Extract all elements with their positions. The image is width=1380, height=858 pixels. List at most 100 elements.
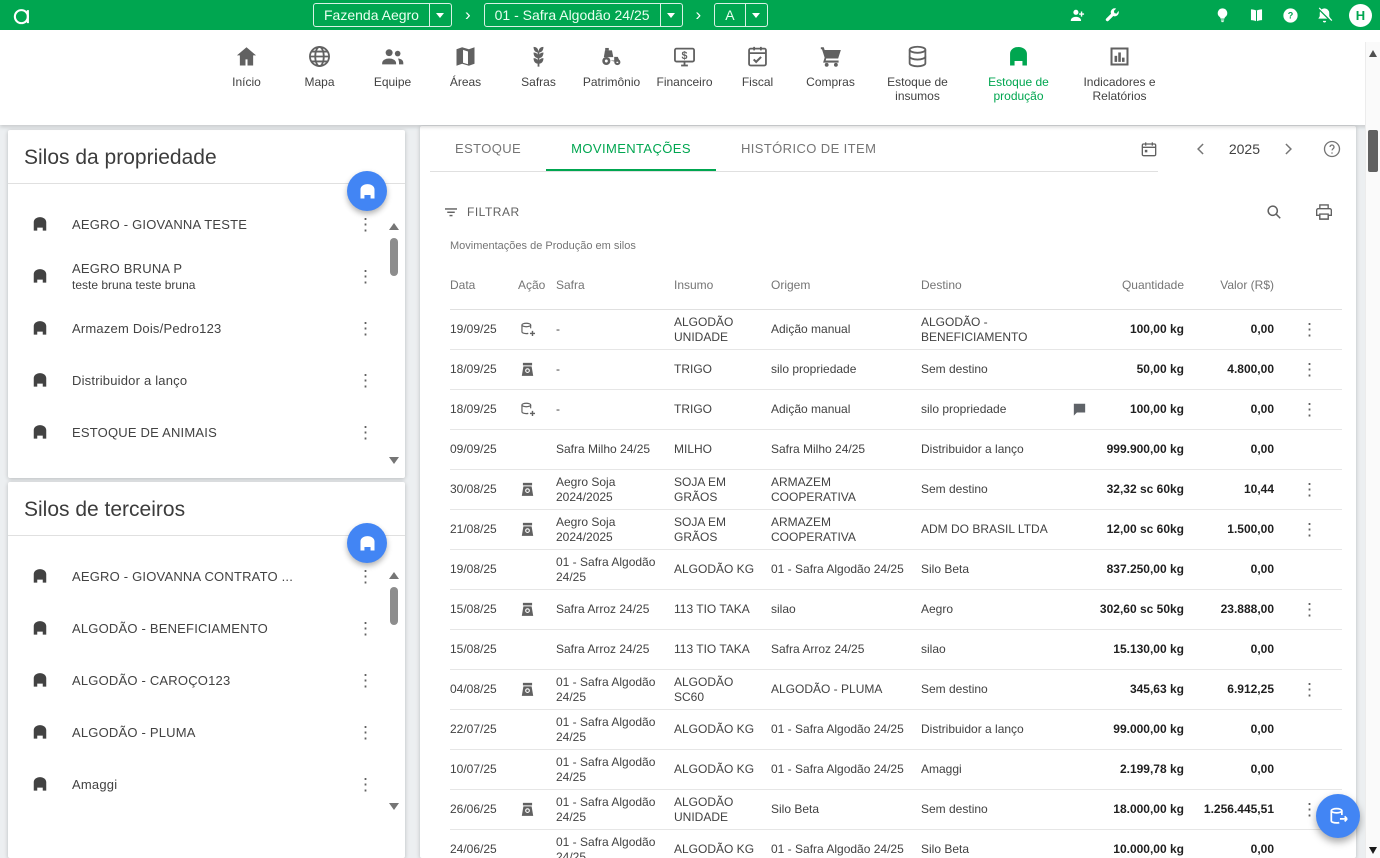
cell-insumo: SOJA EM GRÃOS	[674, 471, 771, 509]
scroll-up-icon[interactable]	[389, 572, 399, 579]
silo-list-item[interactable]: Amaggi⋮	[8, 758, 405, 810]
silo-list-item[interactable]: ESTOQUE DE ANIMAIS⋮	[8, 406, 405, 458]
cell-insumo: ALGODÃO KG	[674, 558, 771, 581]
cell-insumo: SOJA EM GRÃOS	[674, 511, 771, 549]
header-actions: ? H	[1068, 0, 1372, 30]
cell-valor: 4.800,00	[1192, 358, 1282, 381]
silo-list-item[interactable]: ALGODÃO - BENEFICIAMENTO⋮	[8, 602, 405, 654]
aegro-logo-icon[interactable]	[10, 2, 36, 28]
filter-button[interactable]: FILTRAR	[442, 203, 520, 221]
invite-user-icon[interactable]	[1068, 6, 1087, 25]
row-menu-button[interactable]: ⋮	[1301, 401, 1315, 418]
silo-menu-button[interactable]: ⋮	[357, 372, 371, 389]
cell-acao	[518, 676, 556, 703]
silo-list-item[interactable]: Armazem Dois/Pedro123⋮	[8, 302, 405, 354]
chevron-down-icon[interactable]	[745, 4, 767, 26]
silo-menu-button[interactable]: ⋮	[357, 620, 371, 637]
movement-row: 21/08/25Aegro Soja 2024/2025SOJA EM GRÃO…	[450, 510, 1342, 550]
silo-list-item[interactable]: AEGRO - GIOVANNA CONTRATO ...⋮	[8, 550, 405, 602]
calendar-icon[interactable]	[1139, 139, 1159, 159]
row-menu-button[interactable]: ⋮	[1301, 521, 1315, 538]
user-avatar[interactable]: H	[1349, 4, 1372, 27]
next-year-button[interactable]	[1278, 139, 1298, 159]
silo-menu-button[interactable]: ⋮	[357, 672, 371, 689]
cell-destino: Sem destino	[921, 798, 1071, 821]
silo-menu-button[interactable]: ⋮	[357, 424, 371, 441]
cell-quantidade: 999.900,00 kg	[1097, 438, 1192, 461]
row-menu-button[interactable]: ⋮	[1301, 801, 1315, 818]
comment-icon[interactable]	[1071, 401, 1089, 418]
column-header-quantidade: Quantidade	[1097, 278, 1192, 292]
silo-list-item[interactable]: AEGRO BRUNA Pteste bruna teste bruna⋮	[8, 250, 405, 302]
nav-item-safras[interactable]: Safras	[510, 43, 568, 89]
nav-item-indicadores-e-relatorios[interactable]: Indicadores e Relatórios	[1077, 43, 1163, 103]
nav-item-mapa[interactable]: Mapa	[291, 43, 349, 89]
silo-menu-button[interactable]: ⋮	[357, 268, 371, 285]
nav-item-fiscal[interactable]: Fiscal	[729, 43, 787, 89]
silo-list-item[interactable]: ALGODÃO - CAROÇO123⋮	[8, 654, 405, 706]
previous-year-button[interactable]	[1191, 139, 1211, 159]
manual-icon[interactable]	[1247, 6, 1266, 25]
nav-item-areas[interactable]: Áreas	[437, 43, 495, 89]
scroll-down-icon[interactable]	[1369, 847, 1377, 854]
nav-item-financeiro[interactable]: $Financeiro	[656, 43, 714, 89]
row-menu-button[interactable]: ⋮	[1301, 481, 1315, 498]
new-movement-button[interactable]	[1316, 794, 1360, 838]
cell-data: 15/08/25	[450, 598, 518, 621]
silo-menu-button[interactable]: ⋮	[357, 568, 371, 585]
harvest-selector[interactable]: 01 - Safra Algodão 24/25	[484, 3, 683, 27]
notifications-off-icon[interactable]	[1315, 6, 1334, 25]
scroll-thumb[interactable]	[390, 238, 398, 276]
search-icon[interactable]	[1264, 202, 1284, 222]
cell-origem: Safra Milho 24/25	[771, 438, 921, 461]
help-outline-icon[interactable]	[1322, 139, 1342, 159]
silo-menu-button[interactable]: ⋮	[357, 216, 371, 233]
nav-item-equipe[interactable]: Equipe	[364, 43, 422, 89]
cell-insumo: ALGODÃO KG	[674, 758, 771, 781]
cell-note	[1071, 606, 1097, 614]
scroll-down-icon[interactable]	[389, 457, 399, 464]
silo-list-item[interactable]: ALGODÃO - PLUMA⋮	[8, 706, 405, 758]
silo-list-item[interactable]: Distribuidor a lanço⋮	[8, 354, 405, 406]
scroll-up-icon[interactable]	[389, 223, 399, 230]
cell-quantidade: 100,00 kg	[1097, 318, 1192, 341]
row-menu-button[interactable]: ⋮	[1301, 681, 1315, 698]
tab-estoque[interactable]: ESTOQUE	[430, 126, 546, 171]
row-menu-button[interactable]: ⋮	[1301, 601, 1315, 618]
nav-item-estoque-de-insumos[interactable]: Estoque de insumos	[875, 43, 961, 103]
scroll-up-icon[interactable]	[1369, 50, 1377, 57]
row-menu-button[interactable]: ⋮	[1301, 321, 1315, 338]
help-circle-icon[interactable]: ?	[1281, 6, 1300, 25]
column-header-destino: Destino	[921, 278, 1071, 292]
cell-insumo: MILHO	[674, 438, 771, 461]
cell-menu: ⋮	[1282, 357, 1342, 382]
farm-selector[interactable]: Fazenda Aegro	[313, 3, 452, 27]
plot-selector[interactable]: A	[714, 3, 767, 27]
tab-movimentacoes[interactable]: MOVIMENTAÇÕES	[546, 126, 716, 171]
nav-item-inicio[interactable]: Início	[218, 43, 276, 89]
nav-item-patrimonio[interactable]: Patrimônio	[583, 43, 641, 89]
nav-item-compras[interactable]: Compras	[802, 43, 860, 89]
print-icon[interactable]	[1314, 202, 1334, 222]
tools-icon[interactable]	[1102, 6, 1121, 25]
cell-safra: 01 - Safra Algodão 24/25	[556, 831, 674, 858]
add-third-party-silo-button[interactable]	[347, 523, 387, 563]
chevron-down-icon[interactable]	[660, 4, 682, 26]
cell-destino: Silo Beta	[921, 558, 1071, 581]
silo-name: Distribuidor a lanço	[72, 373, 357, 388]
scroll-thumb[interactable]	[390, 587, 398, 625]
tips-icon[interactable]	[1213, 6, 1232, 25]
nav-item-estoque-de-producao[interactable]: Estoque de produção	[976, 43, 1062, 103]
silo-menu-button[interactable]: ⋮	[357, 724, 371, 741]
chevron-down-icon[interactable]	[429, 4, 451, 26]
add-own-silo-button[interactable]	[347, 171, 387, 211]
silo-menu-button[interactable]: ⋮	[357, 320, 371, 337]
silo-menu-button[interactable]: ⋮	[357, 776, 371, 793]
silo-list-item[interactable]: AEGRO - GIOVANNA TESTE⋮	[8, 198, 405, 250]
cell-menu	[1282, 646, 1342, 654]
tab-historico-de-item[interactable]: HISTÓRICO DE ITEM	[716, 126, 901, 171]
cell-valor: 23.888,00	[1192, 598, 1282, 621]
scroll-down-icon[interactable]	[389, 803, 399, 810]
row-menu-button[interactable]: ⋮	[1301, 361, 1315, 378]
scroll-thumb[interactable]	[1368, 130, 1378, 172]
